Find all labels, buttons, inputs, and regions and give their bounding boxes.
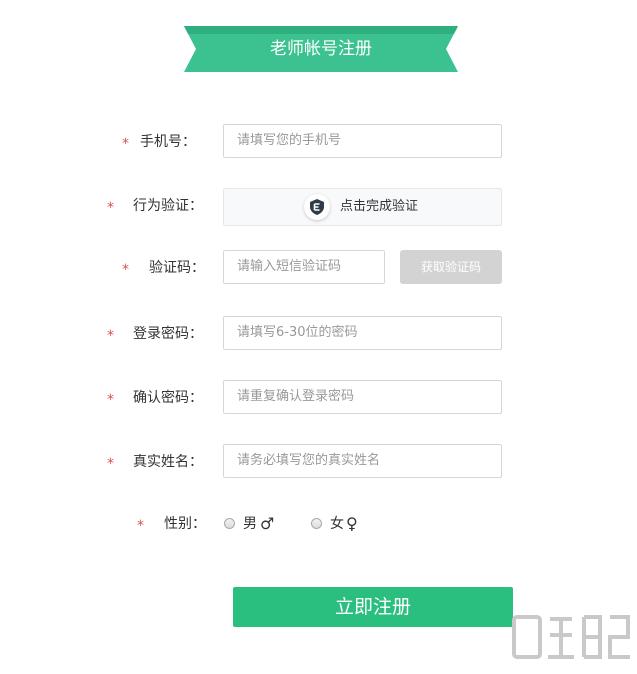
required-mark: *	[107, 456, 114, 472]
male-symbol-icon: ♂	[260, 514, 275, 533]
gender-male-radio[interactable]	[224, 518, 235, 529]
behavior-verify-row: * 行为验证： 点击完成验证	[0, 188, 637, 226]
password-label: 登录密码：	[133, 326, 203, 342]
get-code-button[interactable]: 获取验证码	[400, 250, 502, 284]
gender-label: 性别：	[164, 516, 206, 532]
real-name-input[interactable]: 请务必填写您的真实姓名	[223, 444, 502, 478]
confirm-password-label: 确认密码：	[133, 390, 203, 406]
gender-male-label[interactable]: 男	[243, 506, 257, 542]
female-symbol-icon: ♀	[346, 514, 358, 533]
phone-row: * 手机号： 请填写您的手机号	[0, 124, 637, 160]
gender-row: * 性别： 男 ♂ 女 ♀	[0, 506, 637, 542]
behavior-verify-label: 行为验证：	[133, 198, 203, 214]
required-mark: *	[107, 328, 114, 344]
behavior-verify-button[interactable]: 点击完成验证	[223, 188, 502, 226]
required-mark: *	[137, 518, 144, 534]
required-mark: *	[122, 262, 129, 278]
password-input[interactable]: 请填写6-30位的密码	[223, 316, 502, 350]
page-title-banner: 老师帐号注册	[184, 26, 458, 72]
confirm-password-input[interactable]: 请重复确认登录密码	[223, 380, 502, 414]
phone-input[interactable]: 请填写您的手机号	[223, 124, 502, 158]
sms-code-row: * 验证码： 请输入短信验证码 获取验证码	[0, 250, 637, 286]
behavior-verify-text: 点击完成验证	[340, 199, 419, 214]
sms-code-input[interactable]: 请输入短信验证码	[223, 250, 385, 284]
required-mark: *	[107, 200, 114, 216]
watermark-logo	[500, 605, 637, 670]
phone-label: 手机号：	[140, 134, 196, 150]
register-button[interactable]: 立即注册	[233, 587, 513, 627]
gender-female-radio[interactable]	[311, 518, 322, 529]
confirm-password-row: * 确认密码： 请重复确认登录密码	[0, 380, 637, 416]
page-title: 老师帐号注册	[270, 39, 372, 59]
required-mark: *	[122, 136, 129, 152]
sms-code-label: 验证码：	[149, 260, 205, 276]
real-name-label: 真实姓名：	[133, 454, 203, 470]
required-mark: *	[107, 392, 114, 408]
shield-e-icon	[304, 194, 330, 220]
gender-female-label[interactable]: 女	[330, 506, 344, 542]
real-name-row: * 真实姓名： 请务必填写您的真实姓名	[0, 444, 637, 480]
password-row: * 登录密码： 请填写6-30位的密码	[0, 316, 637, 352]
